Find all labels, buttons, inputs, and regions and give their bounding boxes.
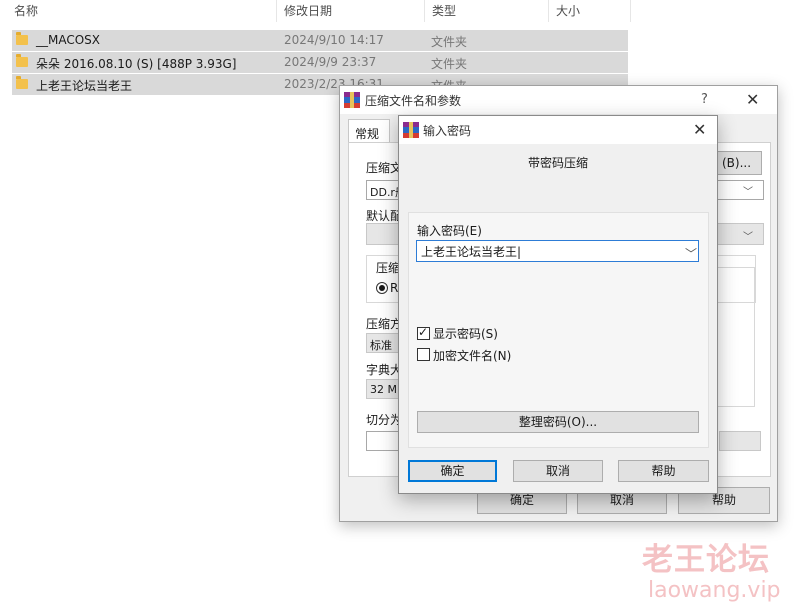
show-password-checkbox[interactable] — [417, 325, 430, 340]
ok-button-label: 确定 — [440, 464, 465, 478]
file-row[interactable]: 朵朵 2016.08.10 (S) [488P 3.93G] 2024/9/9 … — [12, 52, 628, 73]
password-value: 上老王论坛当老王| — [421, 245, 522, 259]
password-label: 输入密码(E) — [417, 224, 482, 238]
column-header-name[interactable]: 名称 — [14, 2, 38, 19]
organize-passwords-label: 整理密码(O)... — [518, 415, 598, 429]
compression-method-select[interactable]: 标准 — [366, 333, 402, 353]
help-icon[interactable]: ? — [701, 92, 708, 107]
browse-button-label: (B)... — [721, 156, 752, 170]
file-name: 朵朵 2016.08.10 (S) [488P 3.93G] — [36, 57, 237, 71]
folder-icon — [16, 54, 28, 67]
dictionary-size-label: 字典大 — [366, 363, 403, 377]
watermark-text: 老王论坛 — [642, 542, 770, 578]
file-type: 文件夹 — [431, 35, 468, 49]
column-divider[interactable] — [276, 0, 277, 22]
watermark-url: laowang.vip — [648, 578, 781, 603]
file-date: 2024/9/9 23:37 — [284, 55, 377, 69]
set-password-button[interactable] — [719, 431, 761, 451]
default-profile-label: 默认配 — [366, 209, 403, 223]
column-header-type[interactable]: 类型 — [432, 2, 456, 19]
file-date: 2024/9/10 14:17 — [284, 33, 384, 47]
split-volumes-label: 切分为 — [366, 413, 403, 427]
dialog-title: 输入密码 — [423, 124, 472, 138]
password-input[interactable]: 上老王论坛当老王| ﹀ — [416, 240, 699, 262]
rar-radio[interactable] — [376, 282, 388, 294]
help-button[interactable]: 帮助 — [618, 460, 709, 482]
close-icon[interactable]: ✕ — [693, 122, 706, 138]
dialog-subtitle: 带密码压缩 — [527, 156, 588, 170]
chevron-down-icon[interactable]: ﹀ — [685, 245, 697, 262]
dialog-titlebar[interactable]: 压缩文件名和参数 ? ✕ — [340, 86, 777, 114]
dialog-titlebar[interactable]: 输入密码 ✕ — [399, 116, 717, 144]
column-header-size[interactable]: 大小 — [556, 2, 580, 19]
chevron-down-icon[interactable]: ﹀ — [743, 228, 753, 243]
column-divider[interactable] — [424, 0, 425, 22]
chevron-down-icon[interactable]: ﹀ — [743, 183, 753, 198]
cancel-button-label: 取消 — [609, 493, 634, 507]
browse-button[interactable]: (B)... — [711, 151, 762, 175]
cancel-button-label: 取消 — [545, 464, 570, 478]
split-volumes-input[interactable] — [366, 431, 402, 451]
file-name: 上老王论坛当老王 — [36, 79, 133, 93]
enter-password-dialog: 输入密码 ✕ 带密码压缩 输入密码(E) 上老王论坛当老王| ﹀ 显示密码(S)… — [398, 115, 718, 494]
column-header-date[interactable]: 修改日期 — [284, 2, 332, 19]
ok-button-label: 确定 — [509, 493, 534, 507]
winrar-icon — [344, 92, 360, 108]
winrar-icon — [403, 122, 419, 138]
compression-method-label: 压缩方 — [366, 317, 403, 331]
dictionary-size-select[interactable]: 32 MB — [366, 379, 402, 399]
file-row[interactable]: __MACOSX 2024/9/10 14:17 文件夹 — [12, 30, 628, 51]
compression-method-value: 标准 — [370, 339, 392, 352]
encrypt-filenames-checkbox[interactable] — [417, 348, 430, 361]
folder-icon — [16, 76, 28, 89]
file-name: __MACOSX — [36, 33, 101, 47]
folder-icon — [16, 32, 28, 45]
close-icon[interactable]: ✕ — [746, 92, 759, 108]
encrypt-filenames-label[interactable]: 加密文件名(N) — [433, 347, 511, 364]
cancel-button[interactable]: 取消 — [513, 460, 603, 482]
column-divider[interactable] — [548, 0, 549, 22]
column-divider[interactable] — [630, 0, 631, 22]
archive-name-label: 压缩文 — [366, 161, 403, 175]
organize-passwords-button[interactable]: 整理密码(O)... — [417, 411, 699, 433]
file-type: 文件夹 — [431, 57, 468, 71]
help-button-label: 帮助 — [651, 464, 676, 478]
dialog-title: 压缩文件名和参数 — [365, 94, 462, 108]
ok-button[interactable]: 确定 — [408, 460, 497, 482]
tab-general-label: 常规 — [355, 127, 380, 141]
help-button-label: 帮助 — [711, 493, 736, 507]
tab-general[interactable]: 常规 — [348, 119, 390, 143]
show-password-label[interactable]: 显示密码(S) — [433, 325, 498, 342]
